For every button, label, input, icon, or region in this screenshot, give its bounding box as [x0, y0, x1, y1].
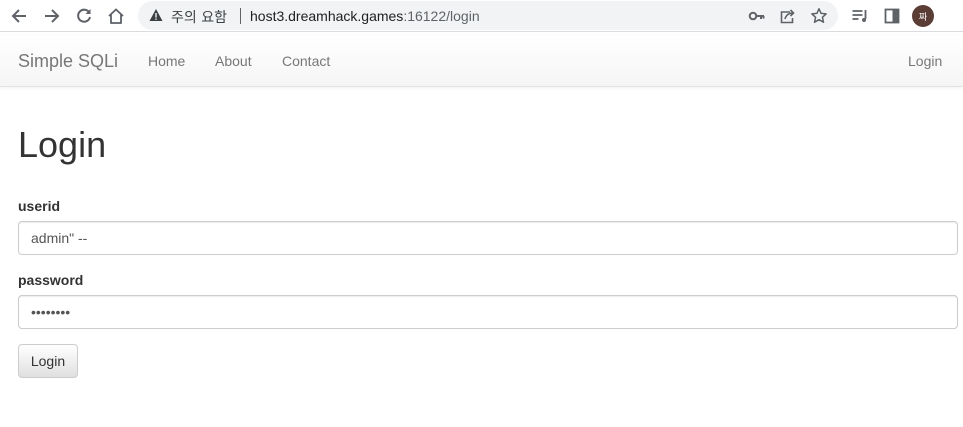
key-icon[interactable] [748, 7, 766, 25]
profile-avatar[interactable]: 짜 [912, 5, 934, 27]
userid-input[interactable] [18, 221, 958, 255]
password-label: password [18, 272, 84, 288]
address-bar[interactable]: 주의 요함 host3.dreamhack.games:16122/login [138, 1, 838, 30]
page-title: Login [18, 124, 107, 165]
browser-toolbar: 주의 요함 host3.dreamhack.games:16122/login … [0, 0, 963, 32]
home-icon[interactable] [104, 4, 128, 28]
url-path: :16122/login [403, 8, 480, 24]
star-icon[interactable] [810, 7, 828, 25]
share-icon[interactable] [778, 7, 796, 25]
security-label[interactable]: 주의 요함 [171, 7, 227, 27]
separator [240, 8, 241, 24]
nav-link-contact[interactable]: Contact [282, 53, 330, 69]
login-submit-button[interactable]: Login [18, 344, 78, 378]
site-navbar: Simple SQLi Home About Contact Login [0, 36, 963, 87]
nav-link-about[interactable]: About [215, 53, 252, 69]
url-text[interactable]: host3.dreamhack.games:16122/login [250, 8, 480, 24]
side-panel-icon[interactable] [880, 4, 904, 28]
nav-link-login[interactable]: Login [908, 53, 942, 69]
warning-icon[interactable] [149, 8, 163, 22]
password-input[interactable] [18, 295, 958, 329]
url-host: host3.dreamhack.games [250, 8, 404, 24]
reload-icon[interactable] [72, 4, 96, 28]
nav-link-home[interactable]: Home [148, 53, 185, 69]
userid-label: userid [18, 198, 61, 214]
back-arrow-icon[interactable] [7, 4, 31, 28]
forward-arrow-icon[interactable] [40, 4, 64, 28]
reading-list-icon[interactable] [848, 4, 872, 28]
navbar-brand[interactable]: Simple SQLi [18, 51, 118, 72]
